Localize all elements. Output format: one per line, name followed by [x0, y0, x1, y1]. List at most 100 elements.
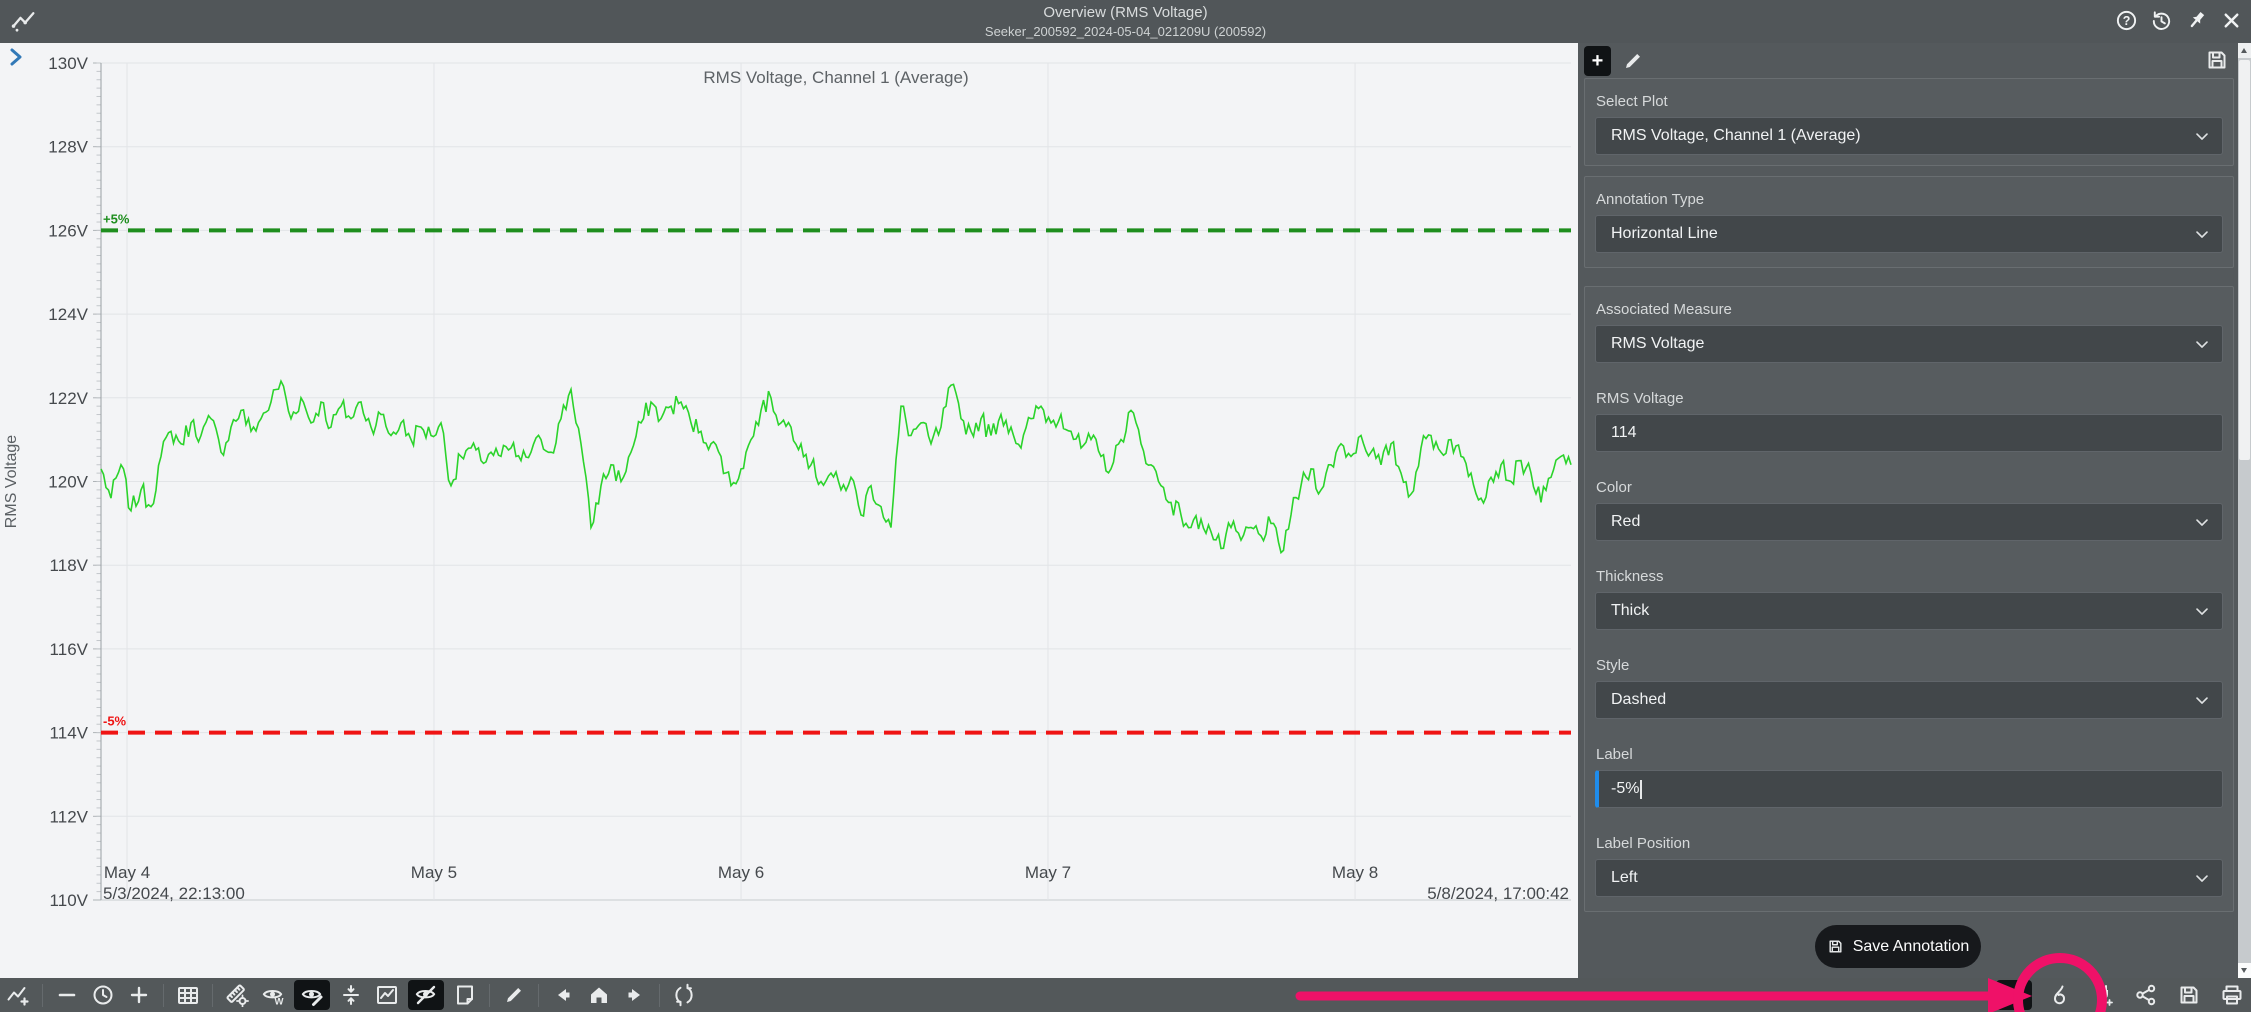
toolbar-refresh-button[interactable] — [669, 980, 699, 1010]
chevron-down-icon — [2192, 602, 2212, 622]
field-label-label-position: Label Position — [1596, 835, 1691, 852]
select-plot-group: Select Plot RMS Voltage, Channel 1 (Avera… — [1584, 78, 2234, 166]
svg-text:124V: 124V — [48, 305, 88, 324]
select-associated-measure[interactable]: RMS Voltage — [1595, 325, 2223, 363]
annotation-type-group: Annotation Type Horizontal Line — [1584, 176, 2234, 268]
field-value: Dashed — [1611, 691, 1667, 708]
select-style[interactable]: Dashed — [1595, 681, 2223, 719]
toolbar-zoom-out-button[interactable] — [52, 980, 82, 1010]
chevron-down-icon — [2192, 691, 2212, 711]
chevron-down-icon — [2192, 335, 2212, 355]
svg-text:112V: 112V — [50, 807, 89, 826]
pencil-icon[interactable] — [1621, 49, 1645, 73]
scrollbar-thumb[interactable] — [2239, 60, 2250, 460]
scroll-down-arrow[interactable] — [2238, 963, 2251, 978]
view-waveform-icon: W — [261, 983, 285, 1008]
field-label-select-plot: Select Plot — [1596, 93, 1668, 110]
field-value: 114 — [1611, 424, 1637, 441]
svg-text:May 5: May 5 — [411, 863, 457, 882]
toolbar-data-table-button — [173, 980, 203, 1010]
toolbar-view-edit-button[interactable] — [294, 980, 330, 1010]
chevron-right-icon[interactable] — [4, 45, 28, 69]
history-icon[interactable] — [2150, 9, 2173, 32]
toolbar-time-range-button[interactable] — [88, 980, 118, 1010]
nav-back-icon — [551, 983, 575, 1007]
chevron-down-icon — [2192, 225, 2212, 245]
help-icon[interactable]: ? — [2115, 9, 2138, 32]
toolbar-separator — [212, 983, 213, 1007]
print-icon — [2220, 983, 2244, 1007]
field-value: Left — [1611, 869, 1638, 886]
field-label-color: Color — [1596, 479, 1632, 496]
annotation-panel-header: + — [1584, 45, 1645, 77]
toolbar-hide-series-button[interactable] — [408, 980, 444, 1010]
chart-add-icon — [6, 983, 30, 1007]
toolbar-home-button — [584, 980, 614, 1010]
field-value: RMS Voltage, Channel 1 (Average) — [1611, 127, 1861, 144]
panel-scrollbar[interactable] — [2238, 43, 2251, 978]
toolbar-note-button[interactable] — [450, 980, 480, 1010]
svg-text:114V: 114V — [50, 724, 89, 743]
close-icon[interactable] — [2220, 9, 2243, 32]
collapse-vertical-icon — [339, 983, 363, 1007]
pin-icon[interactable] — [2185, 9, 2208, 32]
svg-text:RMS Voltage, Channel 1 (Averag: RMS Voltage, Channel 1 (Average) — [703, 68, 968, 87]
text-cursor — [1640, 779, 1642, 799]
svg-text:RMS Voltage: RMS Voltage — [3, 435, 20, 528]
toolbar-print-button — [2217, 980, 2247, 1010]
measure-settings-icon — [225, 983, 249, 1008]
hide-series-icon — [414, 983, 438, 1007]
input-rms-voltage[interactable]: 114 — [1595, 414, 2223, 452]
toolbar-pencil-button[interactable] — [499, 980, 529, 1010]
select-annotation-type[interactable]: Horizontal Line — [1595, 215, 2223, 253]
save-icon — [1827, 938, 1844, 955]
toolbar-chart-add-button[interactable] — [3, 980, 33, 1010]
field-label-label: Label — [1596, 746, 1633, 763]
select-thickness[interactable]: Thick — [1595, 592, 2223, 630]
input-label[interactable]: -5% — [1595, 770, 2223, 808]
annotation-panel: + Select Plot RMS Voltage, Channel 1 (Ave… — [1578, 43, 2251, 978]
pencil-icon — [2002, 983, 2026, 1007]
window-title: Overview (RMS Voltage) — [1043, 4, 1208, 21]
svg-text:5/3/2024, 22:13:00: 5/3/2024, 22:13:00 — [103, 884, 245, 903]
svg-text:118V: 118V — [50, 556, 89, 575]
toolbar-nav-forward-button — [620, 980, 650, 1010]
svg-text:126V: 126V — [48, 221, 88, 240]
chart-box-icon — [375, 983, 399, 1007]
voltage-chart[interactable]: 130V 128V 126V 124V 122V 120V 118V 116V 114V 112V… — [0, 43, 1578, 978]
select-select-plot[interactable]: RMS Voltage, Channel 1 (Average) — [1595, 117, 2223, 155]
scroll-up-arrow[interactable] — [2238, 43, 2251, 58]
toolbar-pencil-button[interactable] — [1996, 980, 2032, 1010]
top-bar-actions: ? — [2115, 9, 2243, 32]
toolbar-view-waveform-button[interactable]: W — [258, 980, 288, 1010]
toolbar-chart-box-button — [372, 980, 402, 1010]
svg-text:116V: 116V — [50, 640, 89, 659]
select-label-position[interactable]: Left — [1595, 859, 2223, 897]
toolbar-separator — [489, 983, 490, 1007]
svg-text:120V: 120V — [48, 473, 88, 492]
save-annotation-label: Save Annotation — [1852, 937, 1970, 955]
add-annotation-button[interactable]: + — [1584, 46, 1611, 76]
chevron-down-icon — [2192, 513, 2212, 533]
toolbar-freehand-button[interactable] — [2045, 980, 2075, 1010]
pencil-icon — [502, 983, 526, 1007]
toolbar-collapse-vertical-button[interactable] — [336, 980, 366, 1010]
share-icon — [2134, 983, 2158, 1007]
save-icon[interactable] — [2205, 48, 2229, 72]
freehand-icon — [2048, 983, 2072, 1007]
chart-region: 130V 128V 126V 124V 122V 120V 118V 116V 114V 112V… — [0, 43, 1578, 978]
view-edit-icon — [300, 983, 324, 1007]
home-icon — [587, 983, 611, 1007]
toolbar-zoom-in-button[interactable] — [124, 980, 154, 1010]
svg-text:May 6: May 6 — [718, 863, 764, 882]
toolbar-separator — [538, 983, 539, 1007]
toolbar-measure-settings-button[interactable] — [222, 980, 252, 1010]
toolbar-plug-add-button — [2088, 980, 2118, 1010]
time-range-icon — [91, 983, 115, 1007]
save-annotation-button[interactable]: Save Annotation — [1815, 925, 1981, 968]
toolbar-right-group — [1996, 978, 2247, 1012]
nav-forward-icon — [623, 983, 647, 1007]
svg-text:?: ? — [2123, 14, 2131, 28]
select-color[interactable]: Red — [1595, 503, 2223, 541]
field-label-associated-measure: Associated Measure — [1596, 301, 1732, 318]
